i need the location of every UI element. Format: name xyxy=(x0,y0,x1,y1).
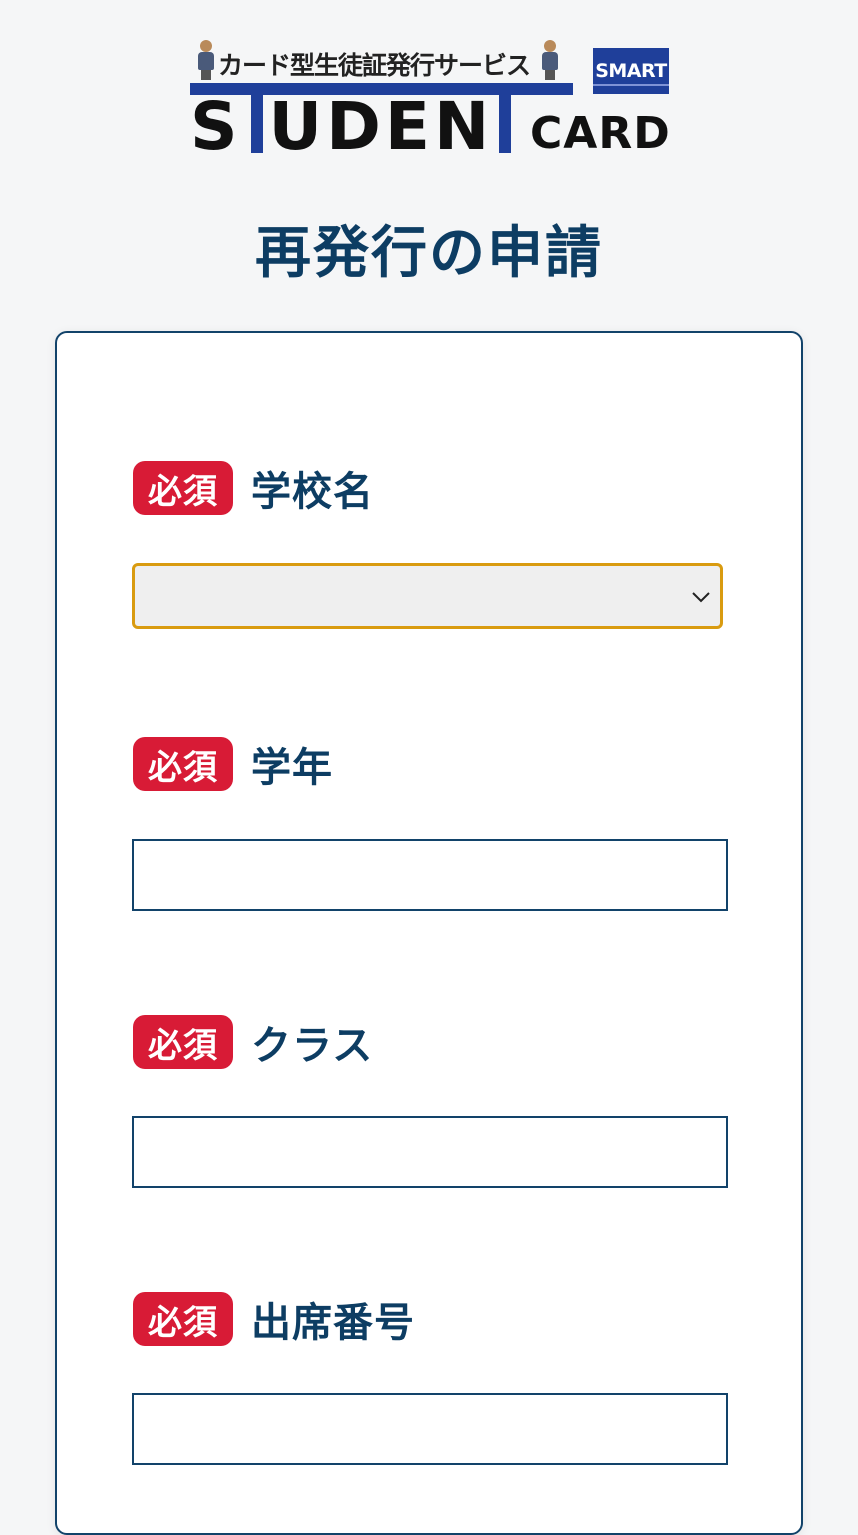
student-figure-icon xyxy=(540,40,560,82)
logo-wordmark: S UDEN xyxy=(190,88,494,165)
grade-label-text: 学年 xyxy=(251,745,333,791)
school-name-label: 必須 学校名 xyxy=(133,460,374,516)
logo-tagline: カード型生徒証発行サービス xyxy=(218,51,531,80)
logo-t-stem xyxy=(499,83,511,153)
grade-label: 必須 学年 xyxy=(133,736,333,792)
class-label-text: クラス xyxy=(251,1023,374,1069)
logo-card-text: CARD xyxy=(530,108,671,159)
chevron-down-icon xyxy=(692,592,710,603)
class-input[interactable] xyxy=(132,1116,728,1188)
attendance-number-label-text: 出席番号 xyxy=(251,1300,415,1346)
class-label: 必須 クラス xyxy=(133,1014,373,1070)
school-name-label-text: 学校名 xyxy=(251,469,374,515)
required-badge: 必須 xyxy=(133,737,233,791)
attendance-number-input[interactable] xyxy=(132,1393,728,1465)
attendance-number-label: 必須 出席番号 xyxy=(133,1291,415,1347)
logo-t-stem xyxy=(251,83,263,153)
logo-smart-badge: SMART xyxy=(593,48,669,94)
grade-input[interactable] xyxy=(132,839,728,911)
required-badge: 必須 xyxy=(133,461,233,515)
page-title: 再発行の申請 xyxy=(255,221,603,286)
reissue-form-card: 必須 学校名 必須 学年 必須 クラス 必須 出席番号 xyxy=(55,331,803,1535)
school-name-select[interactable] xyxy=(132,563,723,629)
required-badge: 必須 xyxy=(133,1015,233,1069)
student-figure-icon xyxy=(196,40,216,82)
student-card-logo[interactable]: カード型生徒証発行サービス S UDEN SMART CARD xyxy=(190,38,671,165)
required-badge: 必須 xyxy=(133,1292,233,1346)
